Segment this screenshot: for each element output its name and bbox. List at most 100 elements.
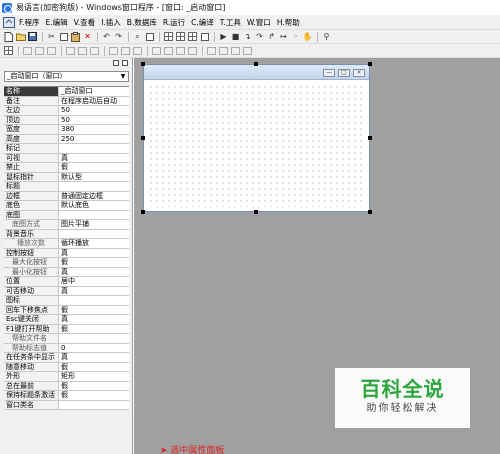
menu-tools[interactable]: T.工具 — [220, 17, 241, 28]
center-horizontal-icon[interactable] — [175, 45, 186, 56]
resize-handle-bottom-left[interactable] — [141, 210, 145, 214]
property-value[interactable]: 0 — [59, 344, 129, 353]
property-row[interactable]: 位置 居中 — [4, 277, 129, 287]
resize-handle-top[interactable] — [254, 62, 258, 66]
property-row[interactable]: 左边 50 — [4, 106, 129, 116]
property-row[interactable]: 外形 矩形 — [4, 372, 129, 382]
tile-icon[interactable] — [187, 31, 198, 42]
property-row[interactable]: 边框 普通固定边框 — [4, 191, 129, 201]
menu-run[interactable]: R.运行 — [163, 17, 185, 28]
property-row[interactable]: 播放次数 循环播放 — [4, 239, 129, 249]
property-value[interactable]: 普通固定边框 — [59, 192, 129, 201]
menu-help[interactable]: H.帮助 — [277, 17, 300, 28]
step-icon[interactable]: ↴ — [242, 31, 253, 42]
property-value[interactable]: 真 — [59, 315, 129, 324]
find-icon[interactable]: ⌕ — [132, 31, 143, 42]
align-bottom-icon[interactable] — [89, 45, 100, 56]
menu-database[interactable]: B.数据库 — [127, 17, 157, 28]
property-row[interactable]: 底图 — [4, 210, 129, 220]
split-view-icon[interactable] — [175, 31, 186, 42]
property-row[interactable]: 可否移动真 — [4, 286, 129, 296]
send-back-icon[interactable] — [218, 45, 229, 56]
search-binoculars-icon[interactable]: ⚲ — [321, 31, 332, 42]
property-value[interactable]: 默认底色 — [59, 201, 129, 210]
align-center-icon[interactable] — [34, 45, 45, 56]
property-value[interactable]: 假 — [59, 325, 129, 334]
cut-icon[interactable]: ✂ — [46, 31, 57, 42]
copy-icon[interactable] — [58, 31, 69, 42]
menu-window[interactable]: W.窗口 — [247, 17, 271, 28]
property-value[interactable] — [59, 211, 129, 220]
property-value[interactable]: 图片平铺 — [59, 220, 129, 229]
property-value[interactable]: 假 — [59, 306, 129, 315]
menu-app-icon[interactable] — [2, 16, 16, 28]
object-selector[interactable]: _启动窗口（窗口） ▼ — [4, 71, 129, 82]
align-top-icon[interactable] — [65, 45, 76, 56]
lock-icon[interactable] — [230, 45, 241, 56]
resize-handle-top-left[interactable] — [141, 62, 145, 66]
panel-pin-icon[interactable] — [113, 60, 119, 66]
undo-icon[interactable]: ↶ — [101, 31, 112, 42]
property-row[interactable]: 保持标题条激活假 — [4, 391, 129, 401]
property-value[interactable]: 50 — [59, 106, 129, 115]
tab-order-icon[interactable] — [242, 45, 253, 56]
hand-icon[interactable]: ✋ — [302, 31, 313, 42]
stop-icon[interactable]: ■ — [230, 31, 241, 42]
property-value[interactable]: 假 — [59, 382, 129, 391]
property-value[interactable] — [59, 334, 129, 343]
open-folder-icon[interactable] — [15, 31, 26, 42]
design-form-grid[interactable] — [148, 84, 365, 207]
delete-icon[interactable]: ✕ — [82, 31, 93, 42]
property-value[interactable]: 假 — [59, 163, 129, 172]
property-value[interactable]: 默认型 — [59, 173, 129, 182]
property-row[interactable]: 回车下移焦点假 — [4, 305, 129, 315]
property-value[interactable]: 真 — [59, 154, 129, 163]
property-row[interactable]: 底色 默认底色 — [4, 201, 129, 211]
close-icon[interactable]: × — [353, 69, 365, 77]
property-value[interactable]: 真 — [59, 353, 129, 362]
property-value[interactable]: 假 — [59, 391, 129, 400]
align-middle-icon[interactable] — [77, 45, 88, 56]
property-row[interactable]: 帮助文件名 — [4, 334, 129, 344]
property-row[interactable]: 高度 250 — [4, 134, 129, 144]
property-value[interactable]: 真 — [59, 268, 129, 277]
property-value[interactable]: 50 — [59, 116, 129, 125]
property-row[interactable]: 标记 — [4, 144, 129, 154]
step-over-icon[interactable]: ↷ — [254, 31, 265, 42]
new-file-icon[interactable] — [3, 31, 14, 42]
property-row[interactable]: Esc键关闭真 — [4, 315, 129, 325]
redo-icon[interactable]: ↷ — [113, 31, 124, 42]
run-to-cursor-icon[interactable]: ↦ — [278, 31, 289, 42]
property-row[interactable]: 在任务条中显示真 — [4, 353, 129, 363]
center-vertical-icon[interactable] — [187, 45, 198, 56]
design-form-titlebar[interactable]: — □ × — [144, 65, 369, 80]
property-row[interactable]: 最小化按钮真 — [4, 267, 129, 277]
menu-edit[interactable]: E.编辑 — [46, 17, 68, 28]
property-row[interactable]: 标题 — [4, 182, 129, 192]
property-row[interactable]: 宽度 380 — [4, 125, 129, 135]
menu-insert[interactable]: I.插入 — [101, 17, 121, 28]
resize-handle-bottom[interactable] — [254, 210, 258, 214]
property-value[interactable]: 假 — [59, 258, 129, 267]
breakpoint-icon[interactable]: ◦ — [290, 31, 301, 42]
property-row[interactable]: 鼠标指针 默认型 — [4, 172, 129, 182]
property-value[interactable] — [59, 401, 129, 410]
property-row[interactable]: 随意移动假 — [4, 362, 129, 372]
resize-handle-right[interactable] — [368, 136, 372, 140]
property-value[interactable]: 250 — [59, 135, 129, 144]
properties-icon[interactable] — [144, 31, 155, 42]
property-row[interactable]: 可视真 — [4, 153, 129, 163]
property-row[interactable]: 备注 在程序启动后自动 — [4, 96, 129, 106]
horizontal-spacing-icon[interactable] — [151, 45, 162, 56]
property-value[interactable]: 假 — [59, 363, 129, 372]
property-value[interactable]: 矩形 — [59, 372, 129, 381]
vertical-spacing-icon[interactable] — [163, 45, 174, 56]
property-value[interactable] — [59, 144, 129, 153]
run-icon[interactable]: ▶ — [218, 31, 229, 42]
property-value[interactable]: 真 — [59, 287, 129, 296]
same-height-icon[interactable] — [120, 45, 131, 56]
same-width-icon[interactable] — [108, 45, 119, 56]
property-row[interactable]: 总在最前假 — [4, 381, 129, 391]
resize-handle-bottom-right[interactable] — [368, 210, 372, 214]
align-right-icon[interactable] — [46, 45, 57, 56]
